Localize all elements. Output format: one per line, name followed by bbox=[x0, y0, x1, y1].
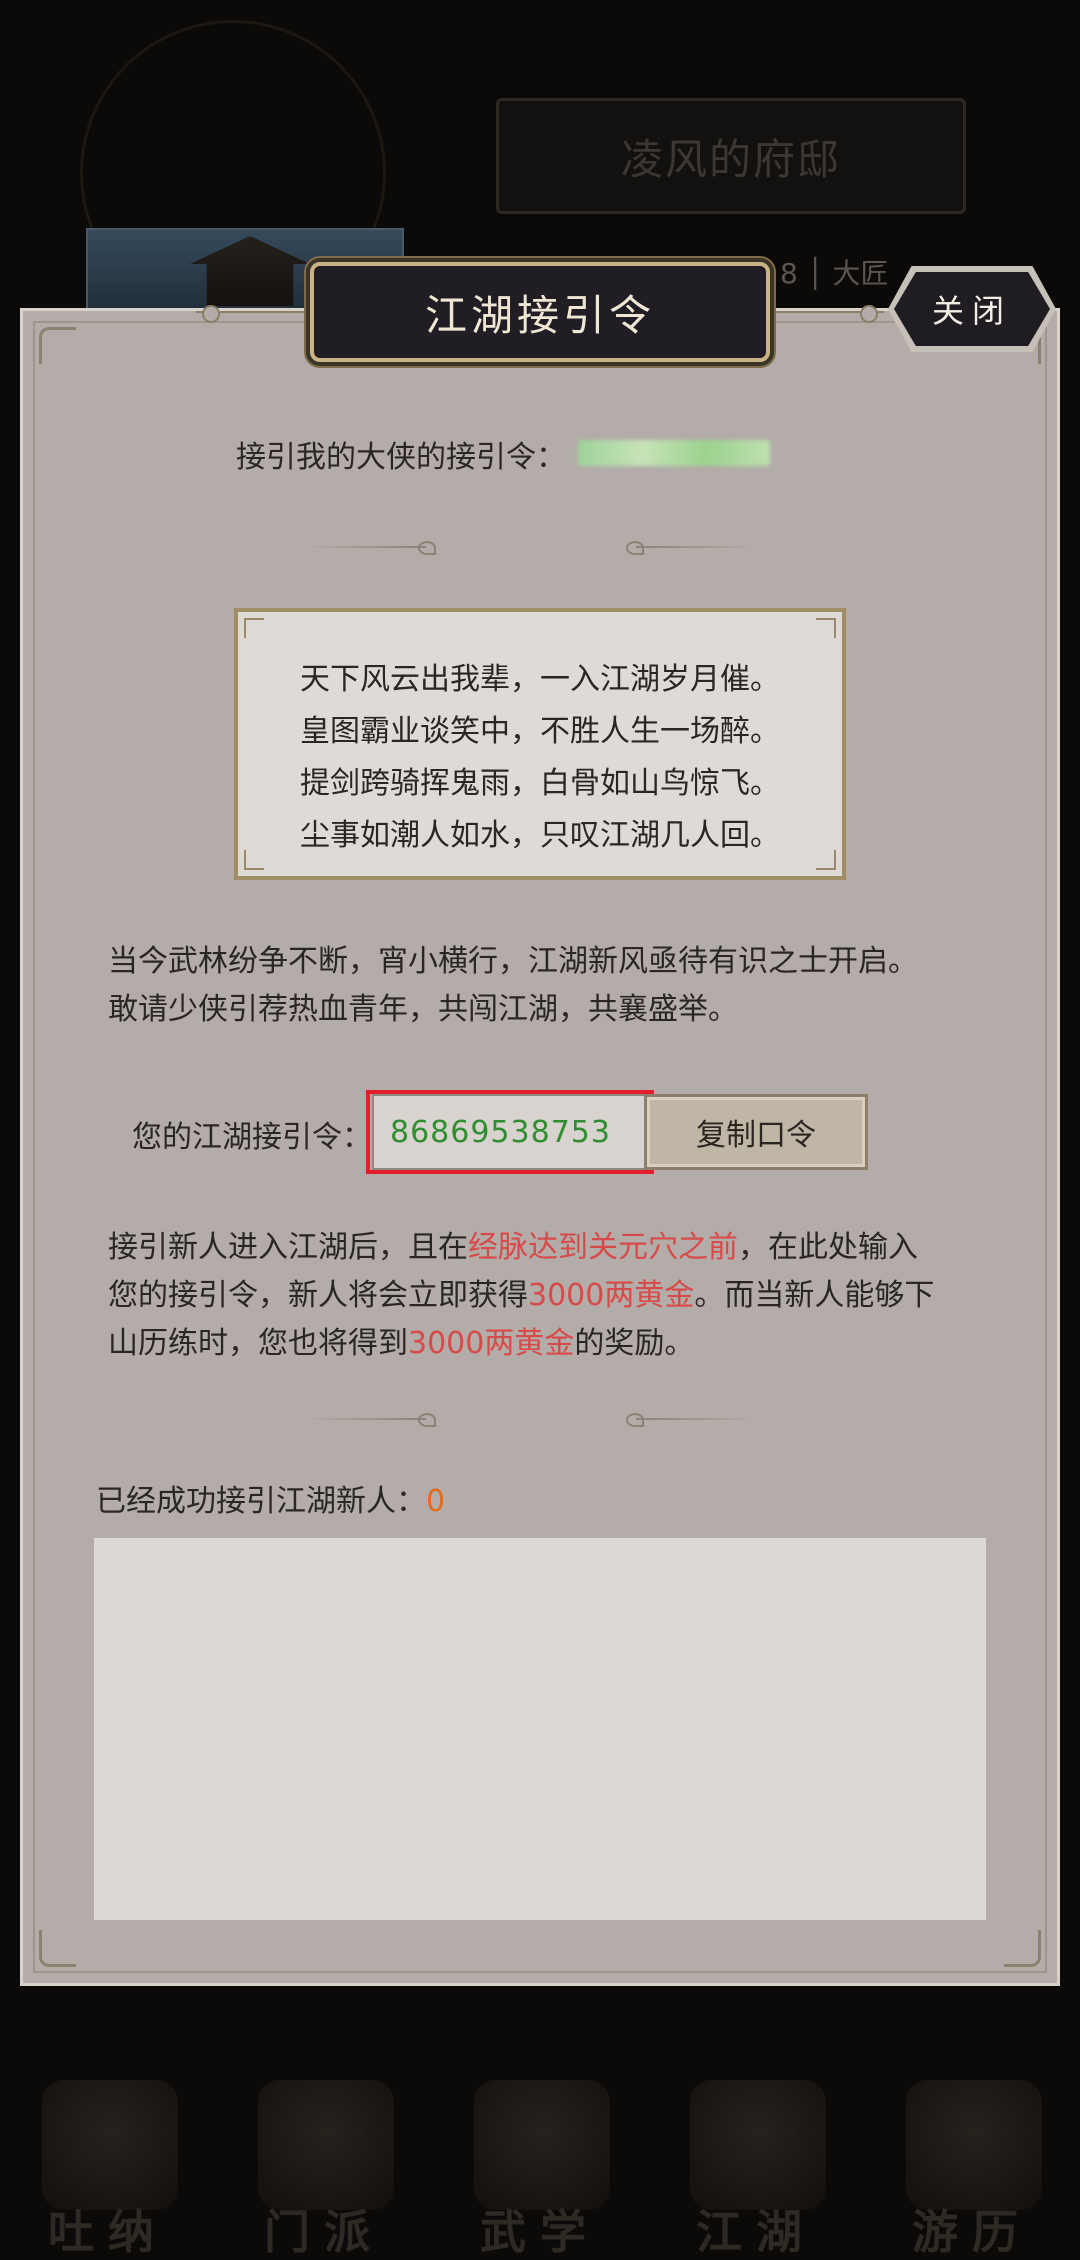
divider-ornament bbox=[626, 540, 756, 555]
inviter-code-label: 接引我的大侠的接引令： bbox=[236, 440, 566, 475]
nav-label: 门派 bbox=[264, 2205, 384, 2259]
reward-text: ，在此处输入 bbox=[738, 1230, 918, 1265]
copy-code-button[interactable]: 复制口令 bbox=[644, 1094, 868, 1170]
sect-flag-icon bbox=[258, 2080, 394, 2210]
scroll-icon bbox=[474, 2080, 610, 2210]
reward-text: 。而当新人能够下 bbox=[694, 1278, 935, 1313]
reward-line: 接引新人进入江湖后，且在经脉达到关元穴之前，在此处输入 bbox=[108, 1224, 988, 1272]
rank-text: 8 │ 大匠 bbox=[780, 257, 889, 290]
nav-label: 武学 bbox=[480, 2205, 600, 2259]
invited-count-row: 已经成功接引江湖新人：0 bbox=[96, 1476, 445, 1520]
annotation-highlight-box bbox=[366, 1090, 654, 1174]
poem-line: 天下风云出我辈，一入江湖岁月催。 bbox=[300, 662, 780, 697]
divider-ornament bbox=[306, 540, 436, 555]
bottom-nav: 吐纳 门派 武学 江湖 游历 bbox=[0, 2070, 1080, 2260]
nav-item-wuxue[interactable]: 武学 bbox=[452, 2070, 628, 2259]
reward-amount: 3000两黄金 bbox=[528, 1278, 695, 1313]
nav-label: 游历 bbox=[912, 2205, 1032, 2259]
nav-item-youli[interactable]: 游历 bbox=[884, 2070, 1060, 2259]
invited-count-value: 0 bbox=[426, 1484, 446, 1519]
reward-text: 您的接引令，新人将会立即获得 bbox=[108, 1278, 528, 1313]
nav-label: 吐纳 bbox=[48, 2205, 168, 2259]
reward-line: 您的接引令，新人将会立即获得3000两黄金。而当新人能够下 bbox=[108, 1272, 988, 1320]
mansion-title: 凌风的府邸 bbox=[620, 134, 841, 184]
my-code-label: 您的江湖接引令： bbox=[132, 1120, 372, 1155]
nav-label: 江湖 bbox=[696, 2205, 816, 2259]
copy-code-label: 复制口令 bbox=[696, 1118, 816, 1153]
reward-text: 山历练时，您也将得到 bbox=[108, 1326, 408, 1361]
reward-condition: 经脉达到关元穴之前 bbox=[468, 1230, 738, 1265]
divider-ornament bbox=[306, 1412, 436, 1427]
poem-line: 皇图霸业谈笑中，不胜人生一场醉。 bbox=[300, 714, 780, 749]
invited-list[interactable] bbox=[94, 1538, 986, 1920]
close-button[interactable]: 关闭 bbox=[894, 272, 1050, 346]
reward-line: 山历练时，您也将得到3000两黄金的奖励。 bbox=[108, 1320, 988, 1368]
dialog-title: 江湖接引令 bbox=[424, 290, 655, 340]
poem-corner bbox=[244, 618, 264, 638]
poem-corner bbox=[816, 618, 836, 638]
poem-line: 提剑跨骑挥鬼雨，白骨如山鸟惊飞。 bbox=[300, 766, 780, 801]
poem-line: 尘事如潮人如水，只叹江湖几人回。 bbox=[300, 818, 780, 853]
meditation-icon bbox=[42, 2080, 178, 2210]
corner-ornament bbox=[1004, 1930, 1041, 1967]
reward-amount: 3000两黄金 bbox=[408, 1326, 575, 1361]
globe-icon bbox=[690, 2080, 826, 2210]
divider-ornament bbox=[626, 1412, 756, 1427]
dialog-title-plaque: 江湖接引令 bbox=[310, 262, 770, 362]
reward-text: 的奖励。 bbox=[574, 1326, 695, 1361]
close-label: 关闭 bbox=[931, 292, 1012, 330]
reward-paragraph: 接引新人进入江湖后，且在经脉达到关元穴之前，在此处输入 您的接引令，新人将会立即… bbox=[108, 1224, 988, 1368]
nav-item-jianghu[interactable]: 江湖 bbox=[668, 2070, 844, 2259]
reward-text: 接引新人进入江湖后，且在 bbox=[108, 1230, 468, 1265]
intro-paragraph: 当今武林纷争不断，宵小横行，江湖新风亟待有识之士开启。 敢请少侠引荐热血青年，共… bbox=[108, 938, 988, 1034]
invited-count-label: 已经成功接引江湖新人： bbox=[96, 1484, 426, 1519]
corner-ornament bbox=[39, 1930, 76, 1967]
inviter-code-redacted bbox=[578, 440, 770, 466]
intro-line: 敢请少侠引荐热血青年，共闯江湖，共襄盛举。 bbox=[108, 992, 738, 1027]
mansion-title-box: 凌风的府邸 bbox=[496, 98, 966, 214]
nav-item-tuna[interactable]: 吐纳 bbox=[20, 2070, 196, 2259]
corner-ornament bbox=[39, 327, 76, 364]
title-ornament-right bbox=[764, 302, 884, 323]
horse-icon bbox=[906, 2080, 1042, 2210]
intro-line: 当今武林纷争不断，宵小横行，江湖新风亟待有识之士开启。 bbox=[108, 944, 918, 979]
title-ornament-left bbox=[196, 302, 316, 323]
poem-box: 天下风云出我辈，一入江湖岁月催。 皇图霸业谈笑中，不胜人生一场醉。 提剑跨骑挥鬼… bbox=[234, 608, 846, 880]
nav-item-menpai[interactable]: 门派 bbox=[236, 2070, 412, 2259]
